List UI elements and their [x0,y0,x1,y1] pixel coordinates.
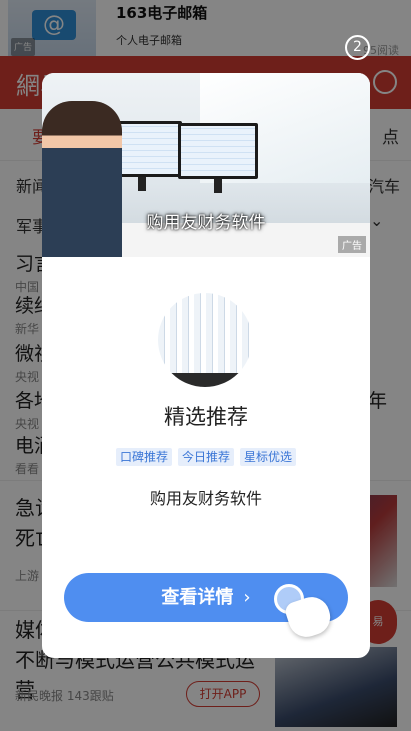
tag-badge: 星标优选 [240,448,297,466]
tag-badge: 今日推荐 [177,448,234,466]
ad-hero-image[interactable]: 购用友财务软件 广告 [42,73,370,257]
ad-tag: 广告 [338,236,366,253]
close-countdown-button[interactable]: 2 [345,35,370,60]
tag-badge: 口碑推荐 [115,448,172,466]
cta-label: 查看详情 [161,587,234,608]
modal-description: 购用友财务软件 [149,489,262,508]
tap-hand-icon [274,584,335,642]
monitor-right [178,123,258,193]
product-thumbnail [158,293,252,387]
modal-title: 精选推荐 [164,405,248,429]
tag-list: 口碑推荐 今日推荐 星标优选 [42,448,370,466]
ad-modal: 购用友财务软件 广告 精选推荐 口碑推荐 今日推荐 星标优选 购用友财务软件 [42,73,370,658]
chevron-right-icon: › [243,587,251,608]
person-figure [42,101,122,257]
hero-caption: 购用友财务软件 [146,213,266,233]
